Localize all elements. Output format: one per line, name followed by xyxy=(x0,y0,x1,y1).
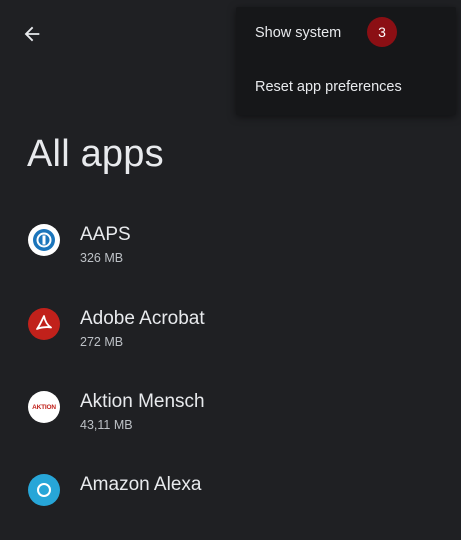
step-badge: 3 xyxy=(367,17,397,47)
list-item-adobe-acrobat[interactable]: Adobe Acrobat 272 MB xyxy=(0,304,461,374)
menu-item-label: Show system xyxy=(255,25,342,41)
app-size: 272 MB xyxy=(80,335,124,349)
app-name: Amazon Alexa xyxy=(80,474,202,495)
menu-item-label: Reset app preferences xyxy=(255,79,402,95)
app-size: 43,11 MB xyxy=(80,418,133,432)
list-item-aktion-mensch[interactable]: AKTION Aktion Mensch 43,11 MB xyxy=(0,387,461,457)
menu-item-reset-app-preferences[interactable]: Reset app preferences xyxy=(236,61,456,115)
adobe-acrobat-icon xyxy=(28,308,60,340)
app-name: AAPS xyxy=(80,224,131,245)
back-button[interactable] xyxy=(18,20,46,48)
arrow-back-icon xyxy=(24,26,40,42)
app-size: 326 MB xyxy=(80,251,124,265)
app-name: Aktion Mensch xyxy=(80,391,205,412)
list-item-amazon-alexa[interactable]: Amazon Alexa xyxy=(0,470,461,540)
overflow-menu: Show system Reset app preferences xyxy=(236,7,456,115)
aktion-mensch-icon: AKTION xyxy=(28,391,60,423)
aaps-icon xyxy=(28,224,60,256)
menu-item-show-system[interactable]: Show system xyxy=(236,7,456,61)
page-title: All apps xyxy=(27,133,164,175)
amazon-alexa-icon xyxy=(28,474,60,506)
app-name: Adobe Acrobat xyxy=(80,308,205,329)
list-item-aaps[interactable]: AAPS 326 MB xyxy=(0,220,461,290)
